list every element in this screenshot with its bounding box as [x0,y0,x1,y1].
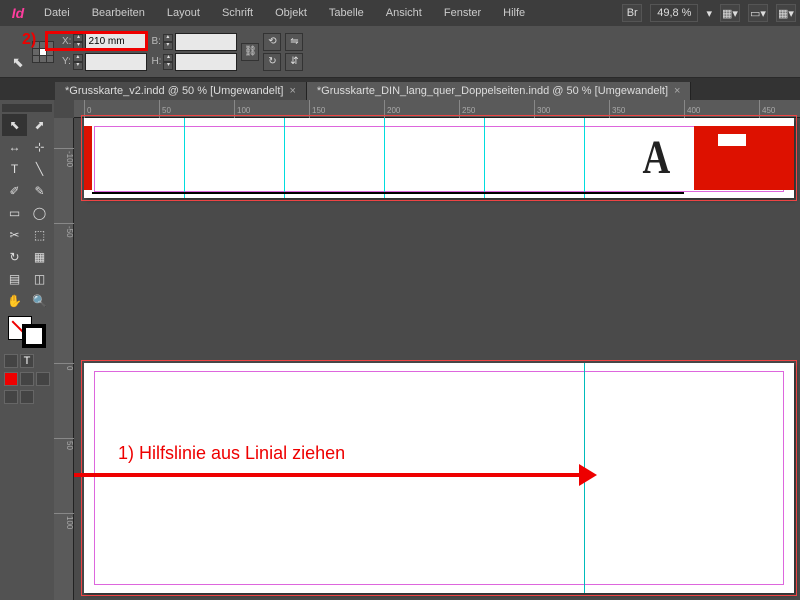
menu-fenster[interactable]: Fenster [434,3,491,23]
white-rect[interactable] [718,134,746,146]
margin-guide [94,126,784,192]
toolbox: ⬉⬈ ↔⊹ T╲ ✐✎ ▭◯ ✂⬚ ↻▦ ▤◫ ✋🔍 T [0,100,54,600]
selection-tool[interactable]: ⬉ [2,114,27,136]
flip-h-icon[interactable]: ⇋ [285,33,303,51]
eyedropper-tool[interactable]: ◫ [27,268,52,290]
apply-none[interactable] [36,372,50,386]
spread-1[interactable]: A [84,118,794,198]
h-input[interactable] [175,53,237,71]
logo-graphic[interactable]: A [643,130,671,185]
tab-doc-2[interactable]: *Grusskarte_DIN_lang_quer_Doppelseiten.i… [307,82,692,100]
menu-objekt[interactable]: Objekt [265,3,317,23]
x-input[interactable] [85,33,147,51]
column-guide[interactable] [184,118,185,198]
ruler-vertical[interactable]: -100 -50 0 50 100 [54,118,74,600]
apply-color[interactable] [4,372,18,386]
scissors-tool[interactable]: ✂ [2,224,27,246]
x-spinner[interactable]: ▴▾ [73,34,83,50]
y-label: Y: [62,56,71,67]
spread-2[interactable] [84,363,794,593]
x-label: X: [62,36,71,47]
pencil-tool[interactable]: ✎ [27,180,52,202]
pen-tool[interactable]: ✐ [2,180,27,202]
tab-doc-1[interactable]: *Grusskarte_v2.indd @ 50 % [Umgewandelt]… [55,82,307,100]
apply-gradient[interactable] [20,372,34,386]
arrange-icon[interactable]: ▦▾ [776,4,796,22]
rect-frame-tool[interactable]: ▭ [2,202,27,224]
pasteboard[interactable]: A 1) Hilfslinie aus Linial ziehen [74,118,800,600]
canvas[interactable]: 0 50 100 150 200 250 300 350 400 450 -10… [54,100,800,600]
rotate-icon[interactable]: ↻ [263,53,281,71]
bridge-button[interactable]: Br [622,4,642,22]
rect-tool[interactable]: ◯ [27,202,52,224]
annotation-arrowhead [579,464,597,486]
gap-tool[interactable]: ⊹ [27,136,52,158]
y-spinner[interactable]: ▴▾ [73,54,83,70]
menu-tabelle[interactable]: Tabelle [319,3,374,23]
transform-tool[interactable]: ⬚ [27,224,52,246]
annotation-2-label: 2) [22,31,36,49]
column-guide[interactable] [484,118,485,198]
zoom-tool[interactable]: 🔍 [27,290,52,312]
scale-icon[interactable]: ⟲ [263,33,281,51]
h-spinner[interactable]: ▴▾ [163,54,173,70]
black-rule[interactable] [92,192,684,194]
menu-datei[interactable]: Datei [34,3,80,23]
hand-tool[interactable]: ✋ [2,290,27,312]
apply-color-container[interactable] [4,354,18,368]
view-mode-normal[interactable] [4,390,18,404]
page-tool[interactable]: ↔ [2,136,27,158]
column-guide[interactable] [584,118,585,198]
apply-color-text[interactable]: T [20,354,34,368]
view-options-icon[interactable]: ▦▾ [720,4,740,22]
cursor-icon: ⬉ [12,54,24,71]
y-input[interactable] [85,53,147,71]
view-mode-preview[interactable] [20,390,34,404]
close-icon[interactable]: × [674,85,680,97]
w-label: B: [151,36,160,47]
direct-select-tool[interactable]: ⬈ [27,114,52,136]
menu-bearbeiten[interactable]: Bearbeiten [82,3,155,23]
zoom-dropdown-icon[interactable]: ▾ [706,7,712,20]
column-guide[interactable] [284,118,285,198]
flip-v-icon[interactable]: ⇵ [285,53,303,71]
zoom-level[interactable]: 49,8 % [650,4,698,22]
annotation-arrow [74,473,584,477]
type-tool[interactable]: T [2,158,27,180]
screen-mode-icon[interactable]: ▭▾ [748,4,768,22]
margin-guide [94,371,784,585]
gradient-swatch-tool[interactable]: ↻ [2,246,27,268]
note-tool[interactable]: ▤ [2,268,27,290]
menu-ansicht[interactable]: Ansicht [376,3,432,23]
line-tool[interactable]: ╲ [27,158,52,180]
menu-schrift[interactable]: Schrift [212,3,263,23]
red-shape-left[interactable] [84,126,92,190]
fill-stroke-swatch[interactable] [8,316,46,348]
gradient-feather-tool[interactable]: ▦ [27,246,52,268]
h-label: H: [151,56,161,67]
menu-hilfe[interactable]: Hilfe [493,3,535,23]
link-wh-icon[interactable]: ⛓ [241,43,259,61]
menu-layout[interactable]: Layout [157,3,210,23]
annotation-1-text: 1) Hilfslinie aus Linial ziehen [118,443,345,464]
close-icon[interactable]: × [289,85,295,97]
w-spinner[interactable]: ▴▾ [163,34,173,50]
app-icon: Id [4,3,32,23]
column-guide[interactable] [384,118,385,198]
w-input[interactable] [175,33,237,51]
